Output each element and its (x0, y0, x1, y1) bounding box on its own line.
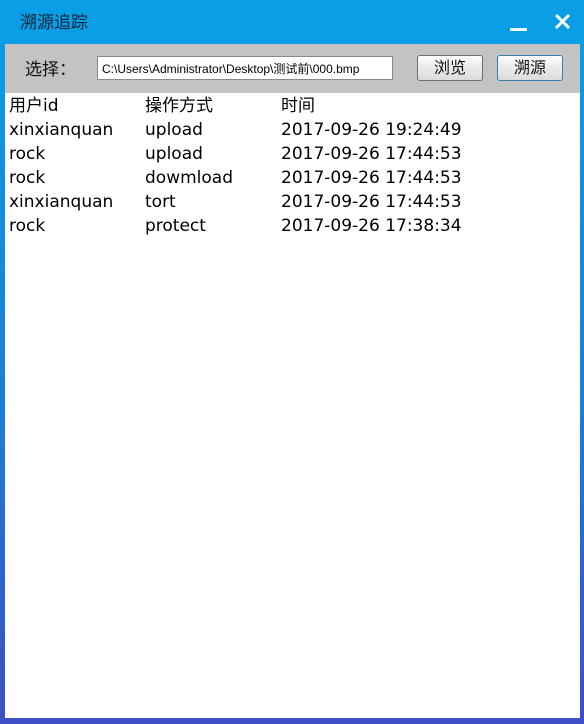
browse-button[interactable]: 浏览 (417, 55, 483, 81)
cell-time: 2017-09-26 17:38:34 (281, 216, 462, 236)
cell-user-id: rock (9, 168, 46, 188)
cell-operation: dowmload (145, 168, 233, 188)
cell-time: 2017-09-26 17:44:53 (281, 144, 462, 164)
cell-time: 2017-09-26 17:44:53 (281, 192, 462, 212)
select-label: 选择： (25, 60, 76, 80)
cell-operation: protect (145, 216, 206, 236)
cell-user-id: rock (9, 216, 46, 236)
results-table: 用户id 操作方式 时间 xinxianquan upload 2017-09-… (9, 94, 569, 238)
close-icon (554, 13, 571, 30)
cell-user-id: rock (9, 144, 46, 164)
table-row[interactable]: rock dowmload 2017-09-26 17:44:53 (9, 166, 569, 190)
table-row[interactable]: rock upload 2017-09-26 17:44:53 (9, 142, 569, 166)
window-title: 溯源追踪 (20, 13, 88, 33)
cell-operation: tort (145, 192, 176, 212)
file-path-input[interactable] (97, 56, 393, 80)
cell-user-id: xinxianquan (9, 192, 114, 212)
minimize-button[interactable] (502, 6, 536, 36)
app-window: 溯源追踪 选择： 浏览 溯源 用户id 操作方式 时间 xinxianq (0, 0, 584, 724)
table-row[interactable]: rock protect 2017-09-26 17:38:34 (9, 214, 569, 238)
toolbar: 选择： 浏览 溯源 (5, 44, 580, 93)
title-bar[interactable]: 溯源追踪 (0, 0, 584, 44)
cell-operation: upload (145, 120, 203, 140)
table-row[interactable]: xinxianquan upload 2017-09-26 19:24:49 (9, 118, 569, 142)
table-header-row: 用户id 操作方式 时间 (9, 94, 569, 118)
header-user-id: 用户id (9, 96, 59, 116)
cell-operation: upload (145, 144, 203, 164)
minimize-icon (510, 28, 527, 31)
trace-button[interactable]: 溯源 (497, 55, 563, 81)
header-time: 时间 (281, 96, 315, 116)
results-panel: 用户id 操作方式 时间 xinxianquan upload 2017-09-… (5, 93, 580, 718)
close-button[interactable] (546, 6, 580, 36)
cell-time: 2017-09-26 19:24:49 (281, 120, 462, 140)
cell-user-id: xinxianquan (9, 120, 114, 140)
cell-time: 2017-09-26 17:44:53 (281, 168, 462, 188)
header-operation: 操作方式 (145, 96, 213, 116)
table-row[interactable]: xinxianquan tort 2017-09-26 17:44:53 (9, 190, 569, 214)
